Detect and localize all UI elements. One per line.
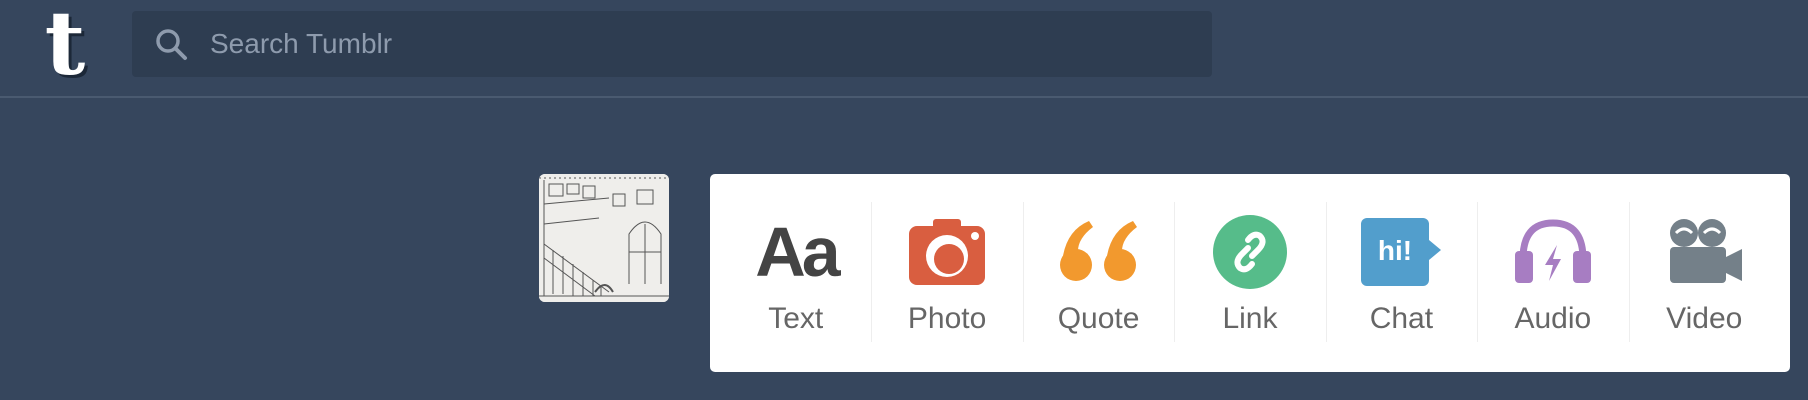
search-box[interactable] [132, 11, 1212, 77]
post-type-label: Quote [1057, 302, 1140, 335]
post-type-label: Link [1222, 302, 1278, 335]
headphones-icon [1508, 212, 1598, 292]
avatar[interactable] [539, 174, 669, 302]
text-aa-icon: Aa [751, 212, 841, 292]
svg-text:t: t [45, 2, 86, 86]
post-type-link[interactable]: Link [1174, 174, 1325, 372]
post-type-label: Photo [907, 302, 987, 335]
tumblr-logo[interactable]: t t [30, 0, 100, 98]
search-icon [156, 29, 187, 60]
post-type-quote[interactable]: Quote [1022, 174, 1174, 372]
link-icon [1205, 212, 1295, 292]
post-type-label: Text [768, 302, 824, 335]
post-type-label: Audio [1514, 302, 1592, 335]
chat-bubble-icon: hi! [1356, 212, 1446, 292]
svg-text:Aa: Aa [755, 213, 841, 291]
post-type-label: Video [1666, 302, 1743, 335]
post-type-text[interactable]: Aa Text [720, 174, 871, 372]
post-type-photo[interactable]: Photo [871, 174, 1022, 372]
post-type-bar: Aa Text Photo Quote Link hi! Chat Audio … [710, 174, 1790, 372]
quote-icon [1054, 212, 1144, 292]
video-camera-icon [1659, 212, 1749, 292]
svg-text:hi!: hi! [1378, 235, 1412, 266]
top-header: t t [0, 0, 1808, 98]
search-input[interactable] [210, 11, 1190, 77]
post-type-label: Chat [1369, 302, 1434, 335]
post-type-chat[interactable]: hi! Chat [1325, 174, 1477, 372]
camera-icon [902, 212, 992, 292]
post-type-audio[interactable]: Audio [1477, 174, 1628, 372]
post-type-video[interactable]: Video [1628, 174, 1780, 372]
